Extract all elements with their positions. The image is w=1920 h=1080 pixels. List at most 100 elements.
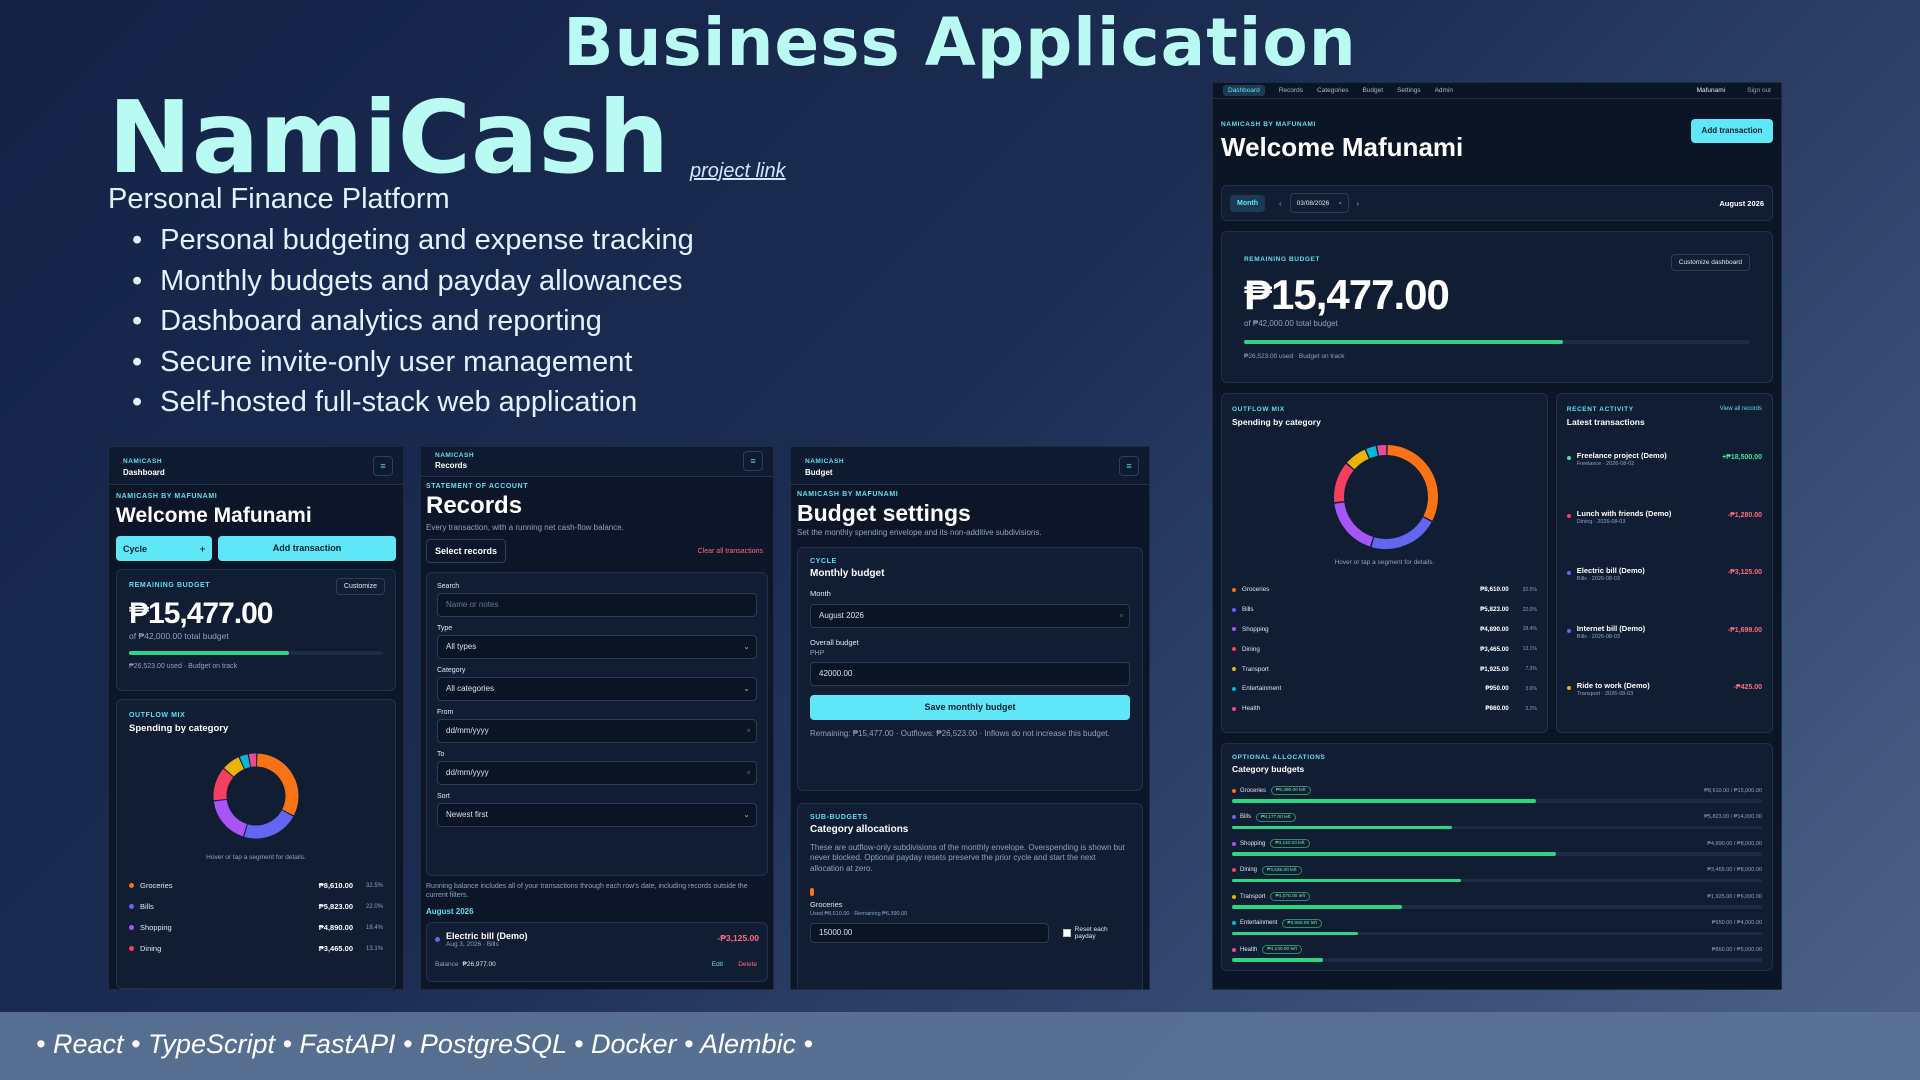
menu-icon[interactable]: ≡ xyxy=(373,456,393,476)
donut-segment-entertainment[interactable] xyxy=(239,754,251,769)
donut-segment-health[interactable] xyxy=(1377,445,1387,456)
transaction-name: Ride to work (Demo) xyxy=(1576,681,1650,690)
project-link[interactable]: project link xyxy=(690,160,786,183)
clear-all-link[interactable]: Clear all transactions xyxy=(698,548,763,555)
calendar-icon: ▫ xyxy=(747,726,750,735)
delete-button[interactable]: Delete xyxy=(738,961,757,968)
allocations-title: Category allocations xyxy=(810,824,909,835)
cycle-eyebrow: CYCLE xyxy=(810,558,837,565)
nav-tab-budget[interactable]: Budget xyxy=(1362,87,1383,94)
prev-period-icon[interactable]: ‹ xyxy=(1279,199,1282,208)
add-transaction-button[interactable]: Add transaction xyxy=(218,536,396,561)
search-input[interactable]: Name or notes xyxy=(437,593,757,617)
transaction-row[interactable]: Ride to work (Demo) Transport · 2026-08-0… xyxy=(1566,681,1762,739)
nav-tab-settings[interactable]: Settings xyxy=(1397,87,1421,94)
date-picker[interactable]: 03/08/2026 ▫ xyxy=(1289,193,1349,213)
transaction-row[interactable]: Internet bill (Demo) Bills · 2026-08-03 -₱… xyxy=(1566,624,1762,682)
donut-segment-bills[interactable] xyxy=(244,809,294,839)
feature-item: Monthly budgets and payday allowances xyxy=(132,261,694,302)
nav-tab-dashboard[interactable]: Dashboard xyxy=(1223,85,1265,96)
cycle-select[interactable]: Cycle + xyxy=(116,536,213,561)
activity-title: Latest transactions xyxy=(1566,417,1645,427)
mobile-records-screenshot: NAMICASH Records ≡ STATEMENT OF ACCOUNT … xyxy=(420,446,774,990)
transaction-row[interactable]: Electric bill (Demo) Aug 3, 2026 · Bills… xyxy=(426,922,768,983)
nav-tab-records[interactable]: Records xyxy=(1279,87,1303,94)
allocation-progress-text: ₱4,890.00 / ₱8,000.00 xyxy=(1707,840,1762,847)
category-dot xyxy=(1232,647,1236,652)
view-all-link[interactable]: View all records xyxy=(1720,406,1762,412)
category-name: Dining xyxy=(1242,645,1260,653)
allocation-row: Dining ₱4,535.00 left ₱3,465.00 / ₱8,000.0… xyxy=(1232,865,1762,893)
to-date-input[interactable]: dd/mm/yyyy ▫ xyxy=(437,761,757,785)
transaction-amount: -₱1,280.00 xyxy=(1727,511,1762,519)
transaction-row[interactable]: Freelance project (Demo) Freelance · 2026… xyxy=(1566,451,1762,509)
sign-out-link[interactable]: Sign out xyxy=(1747,87,1771,94)
donut-segment-dining[interactable] xyxy=(1334,463,1354,503)
reset-checkbox[interactable] xyxy=(1062,929,1071,938)
donut-segment-bills[interactable] xyxy=(1371,517,1432,549)
edit-button[interactable]: Edit xyxy=(712,961,723,968)
allocation-bar xyxy=(1232,905,1762,909)
donut-segment-entertainment[interactable] xyxy=(1366,446,1378,459)
records-heading: Records xyxy=(426,492,523,519)
donut-segment-transport[interactable] xyxy=(224,757,245,777)
chevron-down-icon: ⌄ xyxy=(743,642,750,651)
spending-donut-chart[interactable] xyxy=(1330,441,1442,553)
donut-segment-shopping[interactable] xyxy=(1334,502,1374,547)
allocation-left-badge: ₱4,535.00 left xyxy=(1262,865,1302,875)
welcome-heading: Welcome Mafunami xyxy=(1221,132,1464,162)
transaction-amount: -₱3,125.00 xyxy=(717,933,759,944)
save-monthly-budget-button[interactable]: Save monthly budget xyxy=(810,695,1130,720)
nav-tab-admin[interactable]: Admin xyxy=(1435,87,1453,94)
allocation-name: Transport xyxy=(1240,893,1266,900)
next-period-icon[interactable]: › xyxy=(1357,199,1360,208)
allocation-left-badge: ₱4,140.00 left xyxy=(1262,945,1302,954)
allocation-header: Health ₱4,140.00 left ₱860.00 / ₱5,000.00 xyxy=(1232,945,1762,954)
customize-button[interactable]: Customize xyxy=(335,578,385,595)
allocation-input[interactable]: 15000.00 xyxy=(810,923,1049,944)
menu-icon[interactable]: ≡ xyxy=(1119,456,1139,476)
topbar-app-name: NAMICASH xyxy=(123,458,163,465)
filters-card: Search Name or notes Type All types ⌄ Cat… xyxy=(426,572,768,876)
overall-budget-input[interactable]: 42000.00 xyxy=(810,662,1130,686)
add-transaction-button[interactable]: Add transaction xyxy=(1691,119,1773,143)
from-date-input[interactable]: dd/mm/yyyy ▫ xyxy=(437,719,757,743)
allocation-category-name: Groceries xyxy=(810,900,843,910)
select-records-button[interactable]: Select records xyxy=(426,539,507,563)
calendar-icon: ▫ xyxy=(747,768,750,777)
allocation-header: Dining ₱4,535.00 left ₱3,465.00 / ₱8,000.0… xyxy=(1232,865,1762,875)
from-label: From xyxy=(437,709,454,716)
donut-segment-shopping[interactable] xyxy=(213,799,248,837)
type-select[interactable]: All types ⌄ xyxy=(437,635,757,659)
donut-segment-groceries[interactable] xyxy=(1387,445,1438,521)
category-row: Health ₱860.00 3.2% xyxy=(1232,699,1537,719)
budget-subtitle: Set the monthly spending envelope and it… xyxy=(797,528,1042,537)
spending-donut-chart[interactable] xyxy=(208,748,304,844)
donut-segment-transport[interactable] xyxy=(1346,449,1369,470)
donut-segment-groceries[interactable] xyxy=(256,753,299,816)
category-name: Groceries xyxy=(140,881,173,890)
mobile-topbar: NAMICASH Budget ≡ xyxy=(791,447,1149,485)
category-name: Entertainment xyxy=(1242,685,1282,693)
category-select[interactable]: All categories ⌄ xyxy=(437,677,757,701)
transaction-row[interactable]: Electric bill (Demo) Bills · 2026-08-03 -₱… xyxy=(1566,566,1762,624)
allocation-meta: Used ₱8,610.00 · Remaining ₱6,390.00 xyxy=(810,911,908,918)
sort-select[interactable]: Newest first ⌄ xyxy=(437,803,757,827)
category-percent: 18.4% xyxy=(365,924,383,931)
customize-dashboard-button[interactable]: Customize dashboard xyxy=(1670,254,1750,271)
budget-heading: Budget settings xyxy=(797,500,971,526)
used-note: ₱26,523.00 used · Budget on track xyxy=(1244,353,1345,360)
period-toggle-month[interactable]: Month xyxy=(1230,194,1265,212)
donut-segment-health[interactable] xyxy=(248,753,257,767)
donut-segment-dining[interactable] xyxy=(213,768,234,801)
menu-icon[interactable]: ≡ xyxy=(743,451,763,471)
allocation-row: Transport ₱4,075.00 left ₱1,925.00 / ₱6,00… xyxy=(1232,892,1762,919)
donut-hint: Hover or tap a segment for details. xyxy=(1334,559,1435,566)
transaction-row[interactable]: Lunch with friends (Demo) Dining · 2026-0… xyxy=(1566,509,1762,567)
category-dot xyxy=(1232,921,1236,925)
month-input[interactable]: August 2026 ▫ xyxy=(810,604,1130,628)
allocation-left-badge: ₱6,390.00 left xyxy=(1271,786,1311,795)
nav-tab-categories[interactable]: Categories xyxy=(1317,87,1348,94)
period-label: August 2026 xyxy=(1719,198,1764,208)
category-percent: 22.0% xyxy=(1522,606,1537,613)
